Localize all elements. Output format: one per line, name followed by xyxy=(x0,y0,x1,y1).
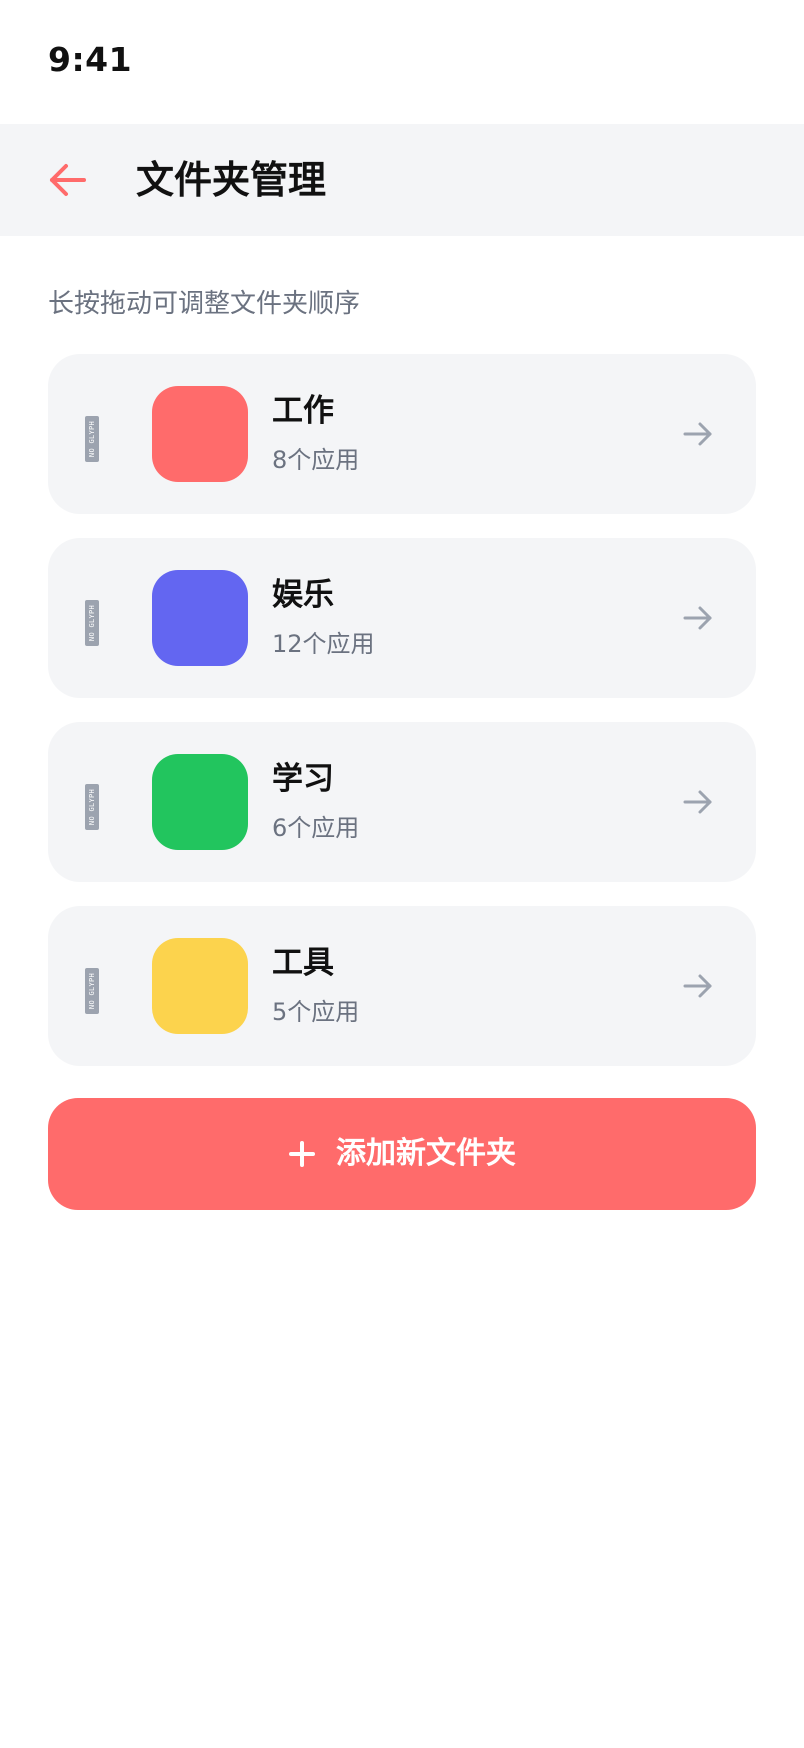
folder-item-study[interactable]: NO GLYPH 学习 6个应用 xyxy=(48,722,756,882)
drag-handle-icon[interactable]: NO GLYPH xyxy=(85,416,99,462)
folder-item-tools[interactable]: NO GLYPH 工具 5个应用 xyxy=(48,906,756,1066)
arrow-right-icon xyxy=(683,606,712,630)
folder-item-work[interactable]: NO GLYPH 工作 8个应用 xyxy=(48,354,756,514)
drag-handle-icon[interactable]: NO GLYPH xyxy=(85,600,99,646)
header: 文件夹管理 xyxy=(0,124,804,236)
arrow-left-icon xyxy=(50,164,86,196)
folder-icon xyxy=(152,938,248,1034)
page-title: 文件夹管理 xyxy=(136,158,327,202)
drag-handle-icon[interactable]: NO GLYPH xyxy=(85,784,99,830)
folder-name: 工作 xyxy=(272,393,334,429)
status-time: 9:41 xyxy=(48,40,133,79)
folder-name: 学习 xyxy=(272,761,334,797)
arrow-right-icon xyxy=(683,790,712,814)
arrow-right-icon xyxy=(683,974,712,998)
add-folder-label: 添加新文件夹 xyxy=(336,1136,516,1171)
folder-icon xyxy=(152,570,248,666)
folder-icon xyxy=(152,386,248,482)
folder-name: 娱乐 xyxy=(272,577,334,613)
folder-icon xyxy=(152,754,248,850)
folder-app-count: 8个应用 xyxy=(272,446,360,474)
folder-app-count: 5个应用 xyxy=(272,998,360,1026)
back-button[interactable] xyxy=(44,154,96,206)
folder-app-count: 12个应用 xyxy=(272,630,375,658)
folder-list: NO GLYPH 工作 8个应用 NO GLYPH 娱乐 12个应用 NO GL… xyxy=(48,354,756,1090)
folder-name: 工具 xyxy=(272,945,334,981)
folder-app-count: 6个应用 xyxy=(272,814,360,842)
folder-item-entertainment[interactable]: NO GLYPH 娱乐 12个应用 xyxy=(48,538,756,698)
plus-icon xyxy=(289,1141,315,1167)
add-folder-button[interactable]: 添加新文件夹 xyxy=(48,1098,756,1210)
drag-handle-icon[interactable]: NO GLYPH xyxy=(85,968,99,1014)
reorder-hint: 长按拖动可调整文件夹顺序 xyxy=(48,289,361,319)
status-bar: 9:41 xyxy=(0,0,804,124)
arrow-right-icon xyxy=(683,422,712,446)
